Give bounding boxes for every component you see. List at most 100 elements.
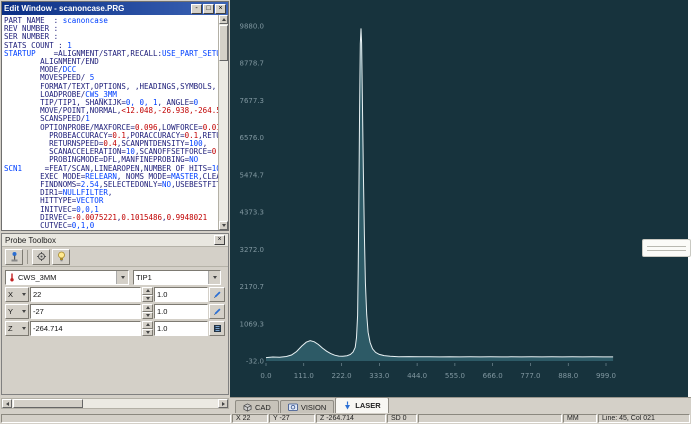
y-step-input[interactable]: [154, 304, 208, 319]
x-jog-button[interactable]: [209, 287, 225, 302]
svg-text:1069.3: 1069.3: [240, 320, 265, 328]
scroll-left-icon[interactable]: [2, 399, 12, 408]
probe-position-button[interactable]: [5, 249, 23, 265]
y-jog-button[interactable]: [209, 304, 225, 319]
svg-text:7677.3: 7677.3: [240, 97, 265, 105]
svg-text:333.0: 333.0: [369, 372, 389, 380]
toolbar-separator: [27, 250, 28, 264]
grip-line: [647, 246, 686, 247]
status-bar: X 22 Y -27 Z -264.714 SD 0 MM Line: 45, …: [0, 413, 691, 424]
scroll-down-icon[interactable]: [219, 221, 228, 230]
svg-text:555.0: 555.0: [445, 372, 465, 380]
spin-down-icon[interactable]: [142, 329, 153, 337]
svg-text:8778.7: 8778.7: [240, 60, 265, 68]
probe-selectors: CWS_3MM TIP1: [5, 270, 225, 285]
maximize-icon[interactable]: □: [203, 4, 214, 14]
axis-x-button[interactable]: X: [5, 287, 29, 302]
chevron-down-icon[interactable]: [208, 271, 220, 284]
status-z: Z -264.714: [316, 414, 386, 423]
svg-text:9880.0: 9880.0: [240, 23, 265, 31]
tab-vision[interactable]: VISION: [280, 400, 334, 413]
probe-toolbox-title: Probe Toolbox: [5, 236, 214, 245]
laser-profile-view: 9880.0 8778.7 7677.3 6576.0 5474.7 4373.3 3272…: [230, 0, 688, 397]
svg-text:4373.3: 4373.3: [240, 209, 265, 217]
edit-window-titlebar[interactable]: Edit Window - scanoncase.PRG - □ ×: [2, 2, 228, 15]
spin-down-icon[interactable]: [142, 295, 153, 303]
edit-window-title: Edit Window - scanoncase.PRG: [4, 4, 190, 13]
chevron-down-icon[interactable]: [116, 271, 128, 284]
probe-toolbox-titlebar[interactable]: Probe Toolbox ×: [2, 234, 228, 247]
spin-down-icon[interactable]: [142, 312, 153, 320]
grip-line: [647, 250, 686, 251]
grid-icon: [213, 324, 222, 333]
svg-text:666.0: 666.0: [483, 372, 503, 380]
probe-file-select[interactable]: CWS_3MM: [5, 270, 129, 285]
edit-window-scrollbar[interactable]: [218, 15, 228, 230]
pencil-icon: [213, 290, 222, 299]
code-editor[interactable]: PART NAME : scanoncaseREV NUMBER : SER N…: [2, 15, 218, 230]
svg-text:3272.0: 3272.0: [240, 246, 265, 254]
tip-value: TIP1: [136, 273, 152, 282]
z-step-input[interactable]: [154, 321, 208, 336]
svg-text:999.0: 999.0: [596, 372, 616, 380]
status-caret-position: Line: 45, Col 021: [598, 414, 690, 423]
scroll-right-icon[interactable]: [218, 399, 228, 408]
svg-text:777.0: 777.0: [520, 372, 540, 380]
axis-y-button[interactable]: Y: [5, 304, 29, 319]
laser-icon: [343, 401, 352, 410]
spin-up-icon[interactable]: [142, 321, 153, 329]
svg-text:2170.7: 2170.7: [240, 283, 265, 291]
joystick-icon: [9, 251, 20, 263]
close-icon[interactable]: ×: [214, 235, 225, 245]
svg-text:6576.0: 6576.0: [240, 134, 265, 142]
spin-up-icon[interactable]: [142, 304, 153, 312]
svg-text:-32.0: -32.0: [246, 358, 264, 366]
probe-toolbox-toolbar: [2, 247, 228, 267]
status-y: Y -27: [269, 414, 315, 423]
minimize-icon[interactable]: -: [191, 4, 202, 14]
svg-text:111.0: 111.0: [294, 372, 314, 380]
illumination-button[interactable]: [52, 249, 70, 265]
scroll-up-icon[interactable]: [219, 15, 228, 24]
lightbulb-icon: [57, 251, 66, 263]
horizontal-scrollbar[interactable]: [1, 398, 229, 409]
probe-options-button[interactable]: [32, 249, 50, 265]
y-value-input[interactable]: [30, 304, 141, 319]
view-tabbar: CAD VISION LASER: [230, 397, 691, 413]
tab-laser[interactable]: LASER: [335, 397, 388, 413]
y-spinner[interactable]: [142, 304, 153, 319]
cube-icon: [243, 403, 252, 412]
axis-row-z: Z: [5, 321, 225, 336]
docking-handle[interactable]: [642, 239, 691, 257]
tab-cad[interactable]: CAD: [235, 400, 279, 413]
pencil-icon: [213, 307, 222, 316]
close-icon[interactable]: ×: [215, 4, 226, 14]
tip-select[interactable]: TIP1: [133, 270, 221, 285]
chevron-down-icon: [22, 293, 26, 296]
x-value-input[interactable]: [30, 287, 141, 302]
spin-up-icon[interactable]: [142, 287, 153, 295]
z-spinner[interactable]: [142, 321, 153, 336]
x-spinner[interactable]: [142, 287, 153, 302]
left-panel: Edit Window - scanoncase.PRG - □ × PART …: [0, 0, 230, 413]
code-line: CUTVEC=0,1,0: [4, 222, 218, 230]
scrollbar-thumb[interactable]: [13, 399, 83, 408]
svg-text:5474.7: 5474.7: [240, 171, 265, 179]
status-filler: [418, 414, 562, 423]
edit-window: Edit Window - scanoncase.PRG - □ × PART …: [1, 1, 229, 231]
status-sd: SD 0: [387, 414, 417, 423]
camera-icon: [288, 403, 298, 411]
profile-plot: 9880.0 8778.7 7677.3 6576.0 5474.7 4373.3 3272…: [230, 0, 688, 397]
svg-text:444.0: 444.0: [407, 372, 427, 380]
z-grid-button[interactable]: [209, 321, 225, 336]
x-step-input[interactable]: [154, 287, 208, 302]
chevron-down-icon: [22, 327, 26, 330]
z-value-input[interactable]: [30, 321, 141, 336]
svg-text:0.0: 0.0: [260, 372, 271, 380]
status-units: MM: [563, 414, 597, 423]
status-x: X 22: [232, 414, 268, 423]
scrollbar-thumb[interactable]: [219, 25, 228, 61]
svg-text:888.0: 888.0: [558, 372, 578, 380]
probe-toolbox: Probe Toolbox × CWS_3MM TIP1: [1, 233, 229, 395]
axis-z-button[interactable]: Z: [5, 321, 29, 336]
